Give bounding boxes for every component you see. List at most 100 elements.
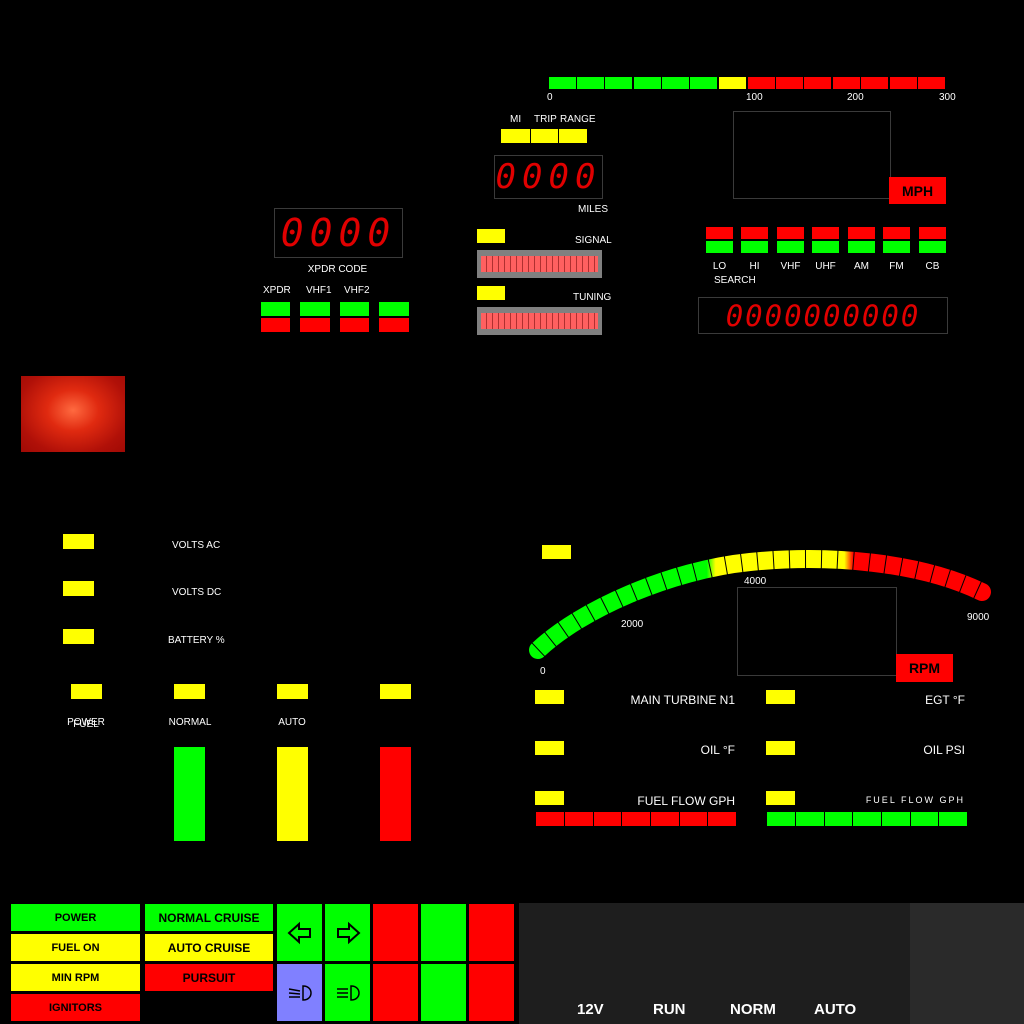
turn-right-button[interactable] xyxy=(324,903,371,962)
band-lo-label: LO xyxy=(712,261,727,272)
volts-ac-indicator xyxy=(63,534,94,549)
fuel-flow-label: FUEL FLOW GPH xyxy=(637,794,735,808)
band-am-button[interactable] xyxy=(847,226,876,254)
miles-label: MILES xyxy=(578,204,609,215)
rpm-scale-2000: 2000 xyxy=(621,619,644,630)
speed-scale-100: 100 xyxy=(746,92,763,103)
panel-button-r1c1[interactable] xyxy=(372,903,419,962)
mode-normal-label: NORMAL xyxy=(168,717,212,728)
speed-scale-300: 300 xyxy=(939,92,956,103)
mode-4-indicator xyxy=(380,684,411,699)
status-run: RUN xyxy=(653,1001,686,1018)
mode-fuel-label: FUEL xyxy=(73,719,99,730)
speed-scale-0: 0 xyxy=(547,92,553,103)
speed-readout-box xyxy=(733,111,891,199)
panel-button-r2c3[interactable] xyxy=(468,963,515,1022)
egt-indicator xyxy=(766,690,795,704)
status-norm: NORM xyxy=(730,1001,776,1018)
xpdr-code-display: 0000 xyxy=(274,208,403,258)
band-uhf-button[interactable] xyxy=(811,226,840,254)
xpdr-aux-button[interactable] xyxy=(378,301,410,333)
battery-indicator xyxy=(63,629,94,644)
trip-button[interactable] xyxy=(531,129,558,143)
band-hi-button[interactable] xyxy=(740,226,769,254)
mode-normal-indicator xyxy=(174,684,205,699)
headlight-low-icon xyxy=(288,984,312,1001)
band-fm-label: FM xyxy=(889,261,904,272)
low-beam-button[interactable] xyxy=(276,963,323,1022)
rpm-readout-box xyxy=(737,587,897,676)
odometer-display: 0000 xyxy=(494,155,603,199)
oil-temp-indicator xyxy=(535,741,564,755)
frequency-display: 0000000000 xyxy=(698,297,948,334)
ignitors-button[interactable]: IGNITORS xyxy=(10,993,141,1022)
band-cb-button[interactable] xyxy=(918,226,947,254)
vhf2-button[interactable] xyxy=(339,301,370,333)
volts-dc-label: VOLTS DC xyxy=(172,587,222,598)
fuel-flow-2-indicator xyxy=(766,791,795,805)
master-warning-light xyxy=(21,376,125,452)
range-label: RANGE xyxy=(560,114,596,125)
speed-bar xyxy=(548,76,946,90)
volts-ac-label: VOLTS AC xyxy=(172,540,221,551)
normal-cruise-button[interactable]: NORMAL CRUISE xyxy=(144,903,274,932)
signal-label: SIGNAL xyxy=(575,235,612,246)
min-rpm-button[interactable]: MIN RPM xyxy=(10,963,141,992)
vhf2-label: VHF2 xyxy=(344,285,370,296)
xpdr-button[interactable] xyxy=(260,301,291,333)
mode-auto-bar xyxy=(277,747,308,841)
panel-button-r1c2[interactable] xyxy=(420,903,467,962)
vhf1-label: VHF1 xyxy=(306,285,332,296)
oil-temp-label: OIL °F xyxy=(700,743,735,757)
range-button[interactable] xyxy=(559,129,587,143)
band-vhf-button[interactable] xyxy=(776,226,805,254)
panel-button-r1c3[interactable] xyxy=(468,903,515,962)
volts-dc-indicator xyxy=(63,581,94,596)
panel-button-r2c2[interactable] xyxy=(420,963,467,1022)
fuel-flow-2-label: FUEL FLOW GPH xyxy=(865,795,965,805)
xpdr-code-caption: XPDR CODE xyxy=(307,264,368,275)
fuel-flow-bar xyxy=(535,811,737,827)
pursuit-button[interactable]: PURSUIT xyxy=(144,963,274,992)
arrow-left-icon xyxy=(287,921,311,944)
oil-psi-label: OIL PSI xyxy=(923,743,965,757)
headlight-high-icon xyxy=(336,984,360,1001)
xpdr-label: XPDR xyxy=(263,285,291,296)
band-lo-button[interactable] xyxy=(705,226,734,254)
speed-scale-200: 200 xyxy=(847,92,864,103)
egt-label: EGT °F xyxy=(925,693,965,707)
mode-4-bar xyxy=(380,747,411,841)
band-am-label: AM xyxy=(854,261,869,272)
tuning-label: TUNING xyxy=(573,292,612,303)
fuel-on-button[interactable]: FUEL ON xyxy=(10,933,141,962)
trip-label: TRIP xyxy=(534,114,557,125)
tuning-meter xyxy=(477,307,602,335)
fuel-flow-indicator xyxy=(535,791,564,805)
band-vhf-label: VHF xyxy=(780,261,801,272)
band-fm-button[interactable] xyxy=(882,226,911,254)
band-uhf-label: UHF xyxy=(815,261,836,272)
power-button[interactable]: POWER xyxy=(10,903,141,932)
search-label: SEARCH xyxy=(714,275,756,286)
auto-cruise-button[interactable]: AUTO CRUISE xyxy=(144,933,274,962)
vhf1-button[interactable] xyxy=(299,301,331,333)
tuning-indicator xyxy=(477,286,505,300)
turn-left-button[interactable] xyxy=(276,903,323,962)
oil-psi-indicator xyxy=(766,741,795,755)
status-auto: AUTO xyxy=(814,1001,857,1018)
mode-auto-indicator xyxy=(277,684,308,699)
high-beam-button[interactable] xyxy=(324,963,371,1022)
status-panel-right xyxy=(910,903,1024,1024)
mode-normal-bar xyxy=(174,747,205,841)
signal-indicator xyxy=(477,229,505,243)
n1-label: MAIN TURBINE N1 xyxy=(630,693,735,707)
panel-button-r2c1[interactable] xyxy=(372,963,419,1022)
band-hi-label: HI xyxy=(749,261,760,272)
battery-label: BATTERY % xyxy=(168,635,225,646)
status-12v: 12V xyxy=(577,1001,604,1018)
mi-button[interactable] xyxy=(501,129,530,143)
rpm-tag: RPM xyxy=(896,654,953,682)
mph-tag: MPH xyxy=(889,177,946,204)
signal-meter xyxy=(477,250,602,278)
rpm-scale-4000: 4000 xyxy=(744,576,767,587)
